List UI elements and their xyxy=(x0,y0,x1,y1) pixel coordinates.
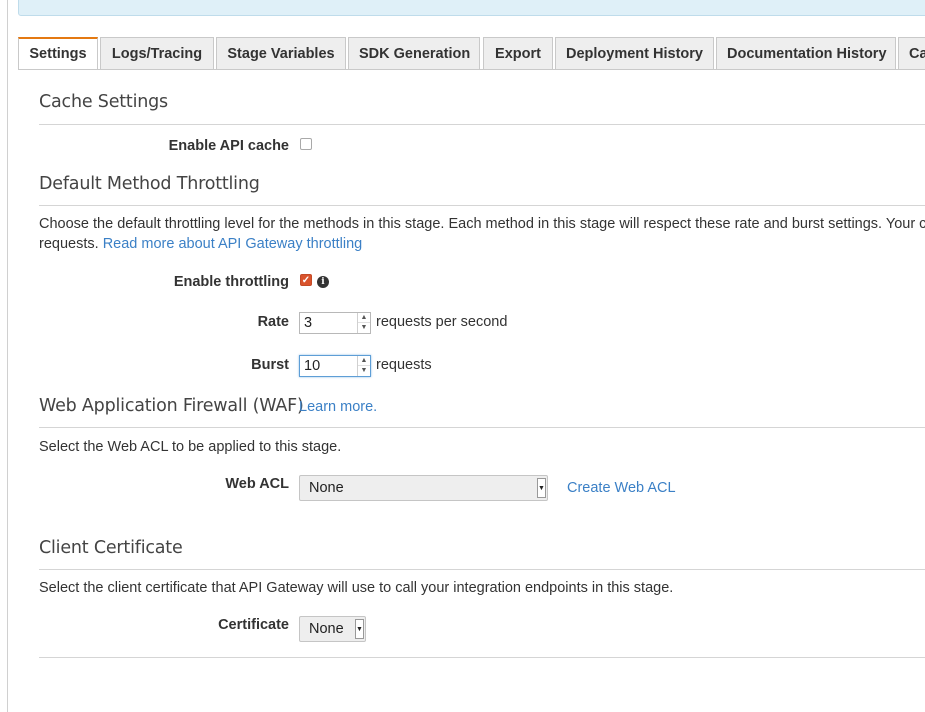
burst-input[interactable]: 10 ▲ ▼ xyxy=(299,355,371,377)
info-banner xyxy=(18,0,925,16)
tab-settings[interactable]: Settings xyxy=(18,37,98,69)
web-acl-selected: None xyxy=(309,480,344,496)
tab-export[interactable]: Export xyxy=(483,37,553,69)
throttling-description-end: requests. xyxy=(39,236,99,252)
rate-value: 3 xyxy=(304,315,313,331)
burst-label: Burst xyxy=(251,357,289,373)
certificate-label: Certificate xyxy=(218,617,289,633)
tab-deployment-history[interactable]: Deployment History xyxy=(555,37,714,69)
divider xyxy=(39,205,925,206)
create-web-acl-link[interactable]: Create Web ACL xyxy=(567,480,676,496)
chevron-down-icon[interactable]: ▼ xyxy=(358,366,370,376)
waf-title: Web Application Firewall (WAF) xyxy=(39,396,304,416)
left-divider xyxy=(7,0,8,712)
web-acl-label: Web ACL xyxy=(225,476,289,492)
web-acl-select[interactable]: None ▼ xyxy=(299,475,548,501)
enable-throttling-label: Enable throttling xyxy=(173,274,289,290)
waf-description: Select the Web ACL to be applied to this… xyxy=(39,439,342,455)
stage-tabs: Settings Logs/Tracing Stage Variables SD… xyxy=(18,37,925,70)
throttling-read-more-link[interactable]: Read more about API Gateway throttling xyxy=(103,236,363,252)
info-icon[interactable]: i xyxy=(317,276,329,288)
enable-throttling-checkbox[interactable]: ✓ xyxy=(300,274,312,286)
throttling-description-cont: requests. Read more about API Gateway th… xyxy=(39,236,362,252)
throttling-description: Choose the default throttling level for … xyxy=(39,216,925,232)
burst-stepper[interactable]: ▲ ▼ xyxy=(357,356,370,376)
enable-api-cache-label: Enable API cache xyxy=(168,138,289,154)
divider xyxy=(39,657,925,658)
certificate-selected: None xyxy=(309,621,344,637)
waf-learn-more-link[interactable]: Learn more. xyxy=(299,399,377,415)
rate-label: Rate xyxy=(257,314,289,330)
tab-logs-tracing[interactable]: Logs/Tracing xyxy=(100,37,214,69)
enable-api-cache-checkbox[interactable] xyxy=(300,138,312,150)
throttling-title: Default Method Throttling xyxy=(39,174,260,194)
burst-value: 10 xyxy=(304,358,321,374)
client-certificate-title: Client Certificate xyxy=(39,538,183,558)
chevron-down-icon: ▼ xyxy=(537,478,546,498)
divider xyxy=(39,124,925,125)
chevron-up-icon[interactable]: ▲ xyxy=(358,313,370,323)
tab-sdk-generation[interactable]: SDK Generation xyxy=(348,37,480,69)
divider xyxy=(39,427,925,428)
tab-documentation-history[interactable]: Documentation History xyxy=(716,37,896,69)
rate-unit: requests per second xyxy=(376,314,508,330)
tab-stage-variables[interactable]: Stage Variables xyxy=(216,37,346,69)
divider xyxy=(39,569,925,570)
chevron-up-icon[interactable]: ▲ xyxy=(358,356,370,366)
certificate-select[interactable]: None ▼ xyxy=(299,616,366,642)
cache-settings-title: Cache Settings xyxy=(39,92,168,112)
certificate-description: Select the client certificate that API G… xyxy=(39,580,674,596)
burst-unit: requests xyxy=(376,357,432,373)
rate-stepper[interactable]: ▲ ▼ xyxy=(357,313,370,333)
chevron-down-icon[interactable]: ▼ xyxy=(358,323,370,333)
chevron-down-icon: ▼ xyxy=(355,619,364,639)
tab-canary[interactable]: Ca xyxy=(898,37,925,69)
rate-input[interactable]: 3 ▲ ▼ xyxy=(299,312,371,334)
